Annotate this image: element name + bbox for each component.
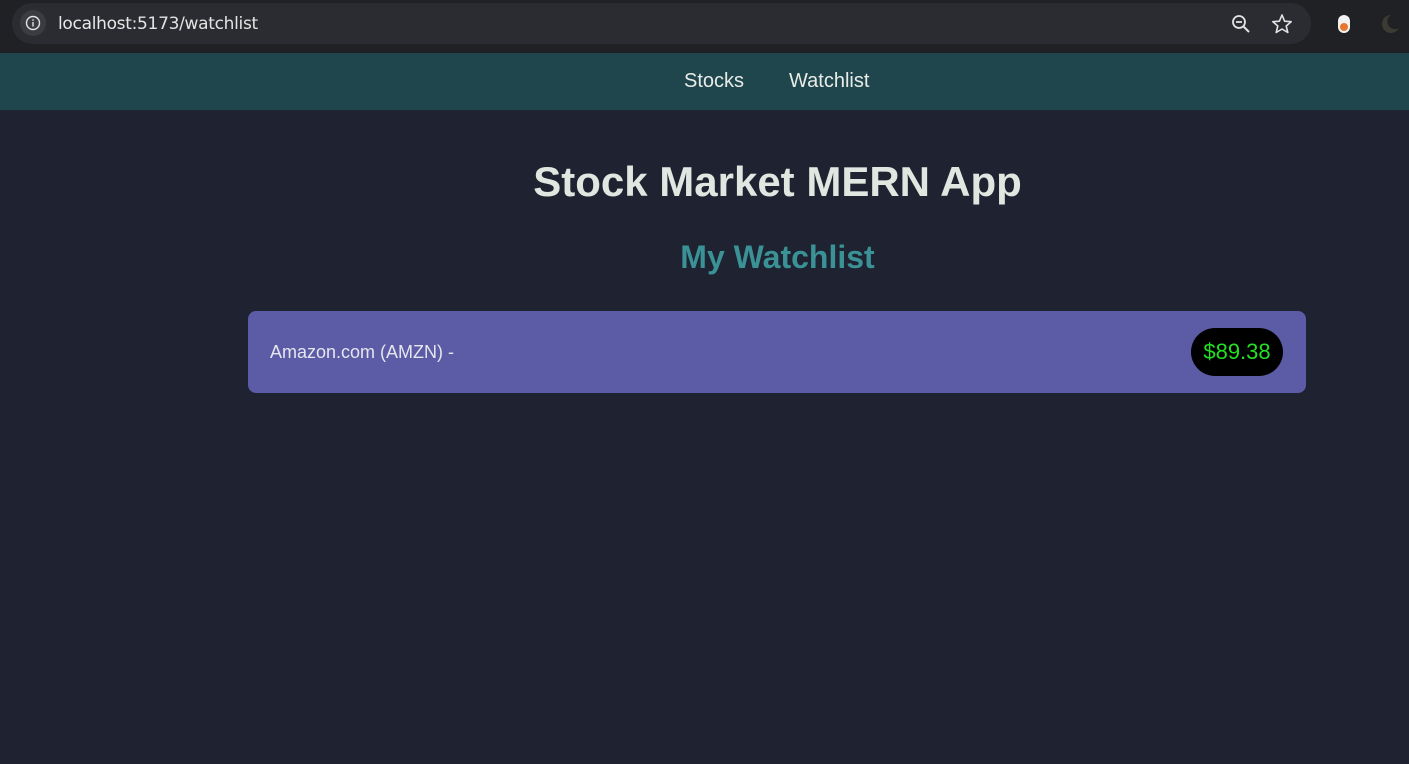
- nav-link-stocks[interactable]: Stocks: [684, 70, 744, 93]
- stock-name: Amazon.com (AMZN) -: [270, 342, 455, 362]
- url-host: localhost: [58, 14, 132, 34]
- nav-link-watchlist[interactable]: Watchlist: [789, 70, 869, 93]
- moon-icon[interactable]: [1377, 12, 1401, 36]
- price-badge: $89.38: [1191, 328, 1283, 376]
- watchlist-heading: My Watchlist: [680, 239, 875, 275]
- page-title: Stock Market MERN App: [533, 158, 1022, 205]
- star-icon[interactable]: [1271, 13, 1293, 40]
- url-text[interactable]: localhost:5173/watchlist: [58, 14, 258, 34]
- zoom-out-icon[interactable]: [1231, 14, 1251, 39]
- app-navbar: Stocks Watchlist: [0, 53, 1409, 110]
- info-icon[interactable]: [20, 10, 46, 36]
- url-path: :5173/watchlist: [131, 14, 259, 34]
- browser-toolbar: localhost:5173/watchlist: [0, 0, 1409, 53]
- extension-icon[interactable]: [1335, 12, 1353, 36]
- address-bar[interactable]: localhost:5173/watchlist: [12, 3, 1311, 44]
- watchlist-item[interactable]: Amazon.com (AMZN) - $89.38: [248, 311, 1306, 393]
